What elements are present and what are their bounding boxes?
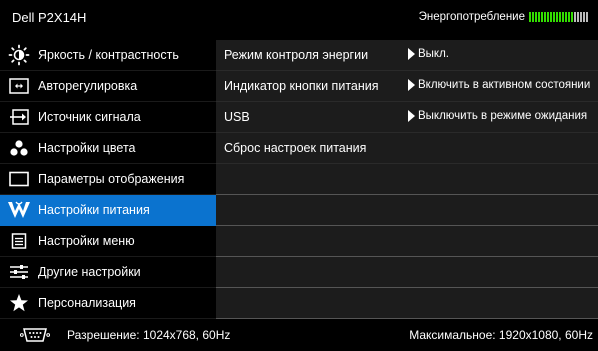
energy-bars (529, 12, 588, 22)
energy-segment (580, 12, 582, 22)
energy-segment (535, 12, 537, 22)
power-icon (0, 195, 38, 226)
vga-connector-icon (20, 328, 50, 342)
sidebar-item-label: Источник сигнала (38, 110, 141, 124)
status-bar: Разрешение: 1024x768, 60Hz Максимальное:… (0, 319, 598, 351)
brightness-icon (0, 40, 38, 71)
energy-segment (568, 12, 570, 22)
energy-segment (532, 12, 534, 22)
energy-segment (556, 12, 558, 22)
energy-segment (547, 12, 549, 22)
energy-segment (577, 12, 579, 22)
menu-row-reset-power[interactable]: Сброс настроек питания (216, 133, 598, 164)
chevron-right-icon (408, 110, 415, 122)
submenu-panel: Режим контроля энергии Выкл. Индикатор к… (216, 40, 598, 319)
row-value-display[interactable]: Включить в активном состоянии (408, 79, 590, 91)
energy-segment (559, 12, 561, 22)
energy-segment (562, 12, 564, 22)
sidebar-item-auto-adjust[interactable]: Авторегулировка (0, 71, 216, 102)
menu-row-usb[interactable]: USB Выключить в режиме ожидания (216, 102, 598, 133)
chevron-right-icon (408, 79, 415, 91)
sidebar-item-label: Параметры отображения (38, 172, 185, 186)
sidebar-item-menu-settings[interactable]: Настройки меню (0, 226, 216, 257)
sidebar-item-personalize[interactable]: Персонализация (0, 288, 216, 319)
row-value: Включить в активном состоянии (418, 79, 591, 91)
energy-segment (544, 12, 546, 22)
energy-label: Энергопотребление (418, 11, 525, 23)
other-settings-icon (0, 257, 38, 288)
chevron-right-icon (408, 48, 415, 60)
sidebar-item-input-source[interactable]: Источник сигнала (0, 102, 216, 133)
sidebar-item-label: Яркость / контрастность (38, 48, 179, 62)
input-source-icon (0, 102, 38, 133)
menu-icon (0, 226, 38, 257)
row-value-display[interactable]: Выкл. (408, 48, 449, 60)
menu-row-power-button-led[interactable]: Индикатор кнопки питания Включить в акти… (216, 71, 598, 102)
menu-row-empty (216, 164, 598, 195)
energy-segment (565, 12, 567, 22)
row-value: Выключить в режиме ожидания (418, 110, 588, 122)
energy-segment (538, 12, 540, 22)
energy-segment (553, 12, 555, 22)
sidebar-item-label: Настройки меню (38, 234, 135, 248)
menu-row-energy-mode[interactable]: Режим контроля энергии Выкл. (216, 40, 598, 71)
color-dots-icon (0, 133, 38, 164)
sidebar-item-brightness-contrast[interactable]: Яркость / контрастность (0, 40, 216, 71)
energy-segment (574, 12, 576, 22)
sidebar-item-label: Настройки питания (38, 203, 150, 217)
osd-header: Dell P2X14H Энергопотребление (0, 0, 598, 34)
energy-segment (541, 12, 543, 22)
sidebar-item-label: Персонализация (38, 296, 136, 310)
max-resolution: Максимальное: 1920x1080, 60Hz (409, 328, 593, 342)
display-rect-icon (0, 164, 38, 195)
sidebar-item-other-settings[interactable]: Другие настройки (0, 257, 216, 288)
energy-meter: Энергопотребление (419, 11, 588, 23)
energy-segment (529, 12, 531, 22)
sidebar-item-color-settings[interactable]: Настройки цвета (0, 133, 216, 164)
row-label: Режим контроля энергии (224, 48, 369, 62)
row-value-display[interactable]: Выключить в режиме ожидания (408, 110, 587, 122)
row-label: Индикатор кнопки питания (224, 79, 379, 93)
sidebar-item-label: Авторегулировка (38, 79, 138, 93)
menu-row-empty (216, 195, 598, 226)
energy-segment (583, 12, 585, 22)
sidebar-menu: Яркость / контрастность Авторегулировка … (0, 40, 216, 319)
row-value: Выкл. (418, 48, 450, 60)
sidebar-item-label: Другие настройки (38, 265, 141, 279)
row-label: Сброс настроек питания (224, 141, 367, 155)
menu-row-empty (216, 288, 598, 319)
energy-segment (586, 12, 588, 22)
monitor-model: Dell P2X14H (12, 10, 87, 25)
menu-row-empty (216, 257, 598, 288)
sidebar-item-power-settings[interactable]: Настройки питания (0, 195, 216, 226)
sidebar-item-label: Настройки цвета (38, 141, 136, 155)
auto-adjust-icon (0, 71, 38, 102)
current-resolution: Разрешение: 1024x768, 60Hz (67, 328, 231, 342)
energy-segment (550, 12, 552, 22)
energy-segment (571, 12, 573, 22)
menu-row-empty (216, 226, 598, 257)
star-icon (0, 288, 38, 319)
sidebar-item-display-settings[interactable]: Параметры отображения (0, 164, 216, 195)
row-label: USB (224, 110, 250, 124)
